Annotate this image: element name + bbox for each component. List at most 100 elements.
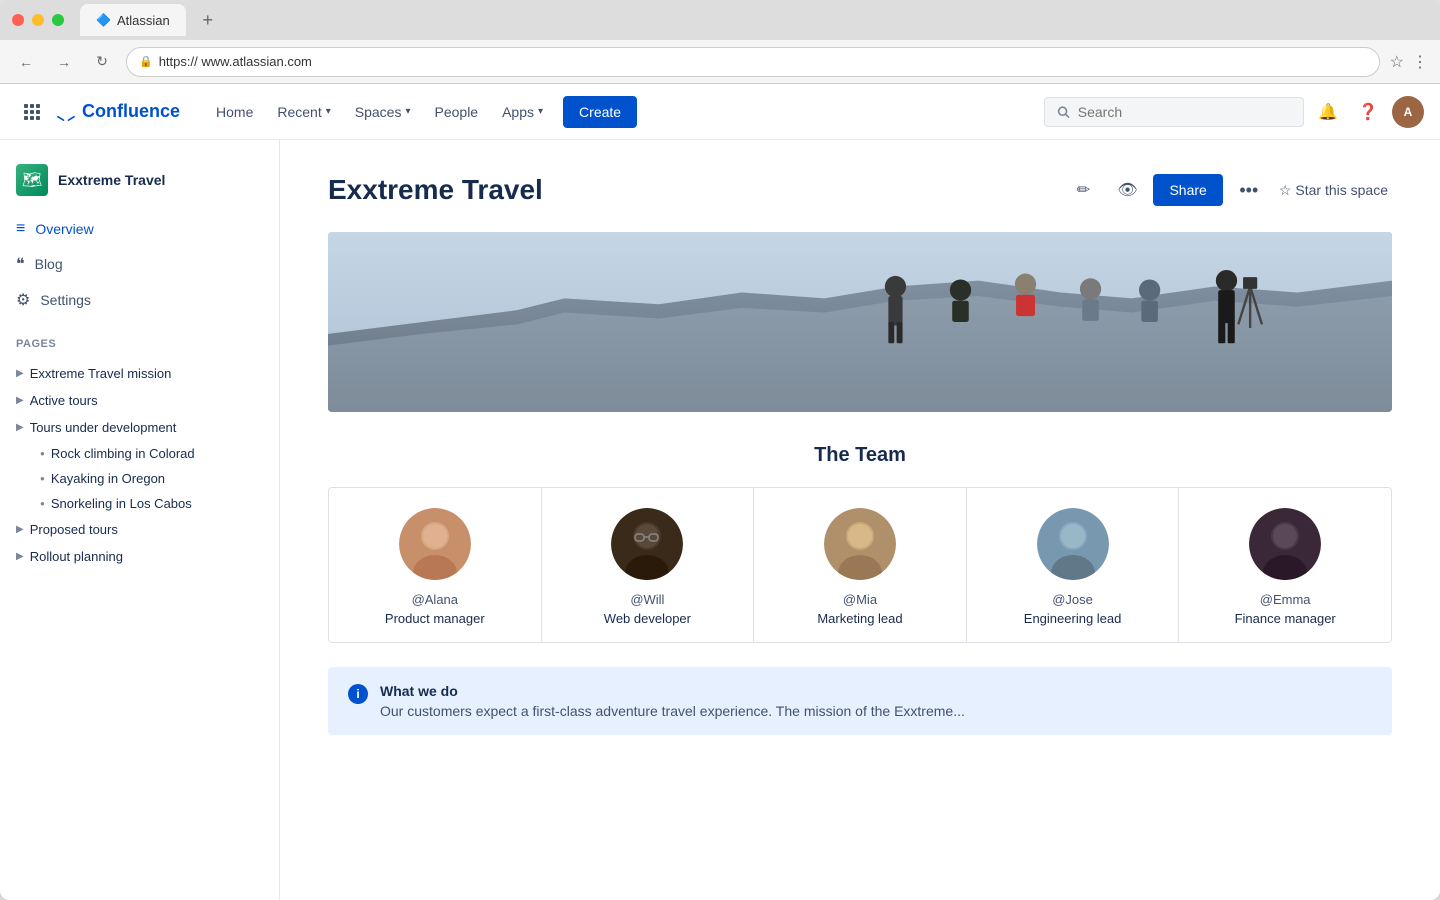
minimize-button[interactable]	[32, 14, 44, 26]
create-button[interactable]: Create	[563, 96, 637, 128]
close-button[interactable]	[12, 14, 24, 26]
sidebar-item-blog[interactable]: ❝ Blog	[0, 246, 279, 282]
page-label: Exxtreme Travel mission	[30, 366, 172, 381]
preview-button[interactable]: 👁	[1109, 172, 1145, 208]
overview-icon: ≡	[16, 220, 25, 238]
search-input[interactable]	[1078, 104, 1291, 120]
address-bar-row: ← → ↻ 🔒 https:// www.atlassian.com ☆ ⋮	[0, 40, 1440, 84]
pages-label: PAGES	[16, 338, 56, 350]
address-input[interactable]: 🔒 https:// www.atlassian.com	[126, 47, 1380, 77]
lock-icon: 🔒	[139, 55, 153, 68]
edit-button[interactable]: ✏	[1065, 172, 1101, 208]
share-button[interactable]: Share	[1153, 174, 1222, 206]
info-content: What we do Our customers expect a first-…	[380, 683, 965, 719]
team-grid: @Alana Product manager	[328, 487, 1392, 643]
forward-icon: →	[57, 54, 71, 70]
bookmark-icon[interactable]: ☆	[1390, 52, 1404, 72]
more-icon: •••	[1239, 180, 1258, 201]
team-member-will[interactable]: @Will Web developer	[542, 488, 755, 642]
browser-tab[interactable]: 🔷 Atlassian	[80, 4, 186, 36]
chevron-right-icon: ▶	[16, 422, 24, 433]
team-member-alana[interactable]: @Alana Product manager	[329, 488, 542, 642]
page-sub-item-snorkel[interactable]: ● Snorkeling in Los Cabos	[0, 491, 279, 516]
member-handle: @Will	[630, 592, 664, 607]
menu-icon[interactable]: ⋮	[1412, 52, 1428, 72]
member-avatar-emma	[1249, 508, 1321, 580]
star-space-button[interactable]: ☆ Star this space	[1275, 182, 1392, 199]
tab-title: Atlassian	[117, 13, 170, 28]
member-avatar-jose	[1037, 508, 1109, 580]
page-header: Exxtreme Travel ✏ 👁 Share •••	[328, 172, 1392, 208]
chevron-down-icon: ▾	[538, 106, 543, 117]
more-button[interactable]: •••	[1231, 172, 1267, 208]
hero-image	[328, 232, 1392, 412]
info-box: i What we do Our customers expect a firs…	[328, 667, 1392, 735]
page-tree-item-proposed[interactable]: ▶ Proposed tours	[0, 516, 279, 543]
chevron-right-icon: ▶	[16, 395, 24, 406]
nav-people[interactable]: People	[423, 84, 491, 140]
info-icon: i	[348, 684, 368, 704]
nav-links: Home Recent ▾ Spaces ▾ People Apps ▾ Cre…	[204, 84, 1044, 140]
confluence-logo[interactable]: Confluence	[56, 101, 180, 122]
page-label: Rock climbing in Colorad	[51, 446, 195, 461]
space-name: Exxtreme Travel	[58, 172, 165, 188]
app-content: Confluence Home Recent ▾ Spaces ▾ People	[0, 84, 1440, 900]
nav-recent[interactable]: Recent ▾	[265, 84, 342, 140]
member-handle: @Alana	[412, 592, 458, 607]
blog-icon: ❝	[16, 254, 25, 274]
maximize-button[interactable]	[52, 14, 64, 26]
page-tree-item-tours-dev[interactable]: ▶ Tours under development	[0, 414, 279, 441]
member-role: Product manager	[385, 611, 485, 626]
user-avatar[interactable]: A	[1392, 96, 1424, 128]
member-avatar-mia	[824, 508, 896, 580]
page-actions: ✏ 👁 Share ••• ☆ Star this space	[1065, 172, 1392, 208]
nav-apps[interactable]: Apps ▾	[490, 84, 555, 140]
main-layout: 🗺 Exxtreme Travel ≡ Overview ❝ Blog ⚙ Se…	[0, 140, 1440, 900]
reload-button[interactable]: ↻	[88, 48, 116, 76]
team-member-emma[interactable]: @Emma Finance manager	[1179, 488, 1391, 642]
team-section-title: The Team	[328, 444, 1392, 467]
bullet-icon: ●	[40, 474, 45, 483]
confluence-logo-text: Confluence	[82, 101, 180, 122]
back-button[interactable]: ←	[12, 48, 40, 76]
forward-button[interactable]: →	[50, 48, 78, 76]
help-button[interactable]: ❓	[1352, 96, 1384, 128]
member-role: Finance manager	[1235, 611, 1336, 626]
member-role: Marketing lead	[817, 611, 902, 626]
info-text: Our customers expect a first-class adven…	[380, 703, 965, 719]
team-member-mia[interactable]: @Mia Marketing lead	[754, 488, 967, 642]
pages-section-header: PAGES	[0, 318, 279, 360]
page-tree-item-active-tours[interactable]: ▶ Active tours	[0, 387, 279, 414]
search-icon	[1057, 105, 1070, 119]
chevron-down-icon: ▾	[326, 106, 331, 117]
page-label: Tours under development	[30, 420, 177, 435]
member-handle: @Jose	[1052, 592, 1093, 607]
grid-icon[interactable]	[16, 96, 48, 128]
new-tab-button[interactable]: +	[194, 6, 222, 34]
nav-right-actions: 🔔 ❓ A	[1044, 96, 1424, 128]
page-tree-item-mission[interactable]: ▶ Exxtreme Travel mission	[0, 360, 279, 387]
notifications-button[interactable]: 🔔	[1312, 96, 1344, 128]
tab-favicon: 🔷	[96, 13, 111, 27]
team-member-jose[interactable]: @Jose Engineering lead	[967, 488, 1180, 642]
member-avatar-will	[611, 508, 683, 580]
search-box[interactable]	[1044, 97, 1304, 127]
page-label: Snorkeling in Los Cabos	[51, 496, 192, 511]
space-header: 🗺 Exxtreme Travel	[0, 156, 279, 212]
member-handle: @Emma	[1260, 592, 1311, 607]
page-sub-item-rock[interactable]: ● Rock climbing in Colorad	[0, 441, 279, 466]
star-label: Star this space	[1295, 182, 1388, 198]
page-title: Exxtreme Travel	[328, 174, 543, 206]
browser-action-buttons: ☆ ⋮	[1390, 52, 1428, 72]
page-sub-item-kayak[interactable]: ● Kayaking in Oregon	[0, 466, 279, 491]
sidebar-item-overview[interactable]: ≡ Overview	[0, 212, 279, 246]
nav-home[interactable]: Home	[204, 84, 265, 140]
settings-icon: ⚙	[16, 290, 30, 310]
member-role: Engineering lead	[1024, 611, 1122, 626]
page-tree-item-rollout[interactable]: ▶ Rollout planning	[0, 543, 279, 570]
chevron-right-icon: ▶	[16, 368, 24, 379]
help-icon: ❓	[1358, 102, 1378, 122]
sidebar-item-settings[interactable]: ⚙ Settings	[0, 282, 279, 318]
url-text: https:// www.atlassian.com	[159, 54, 312, 69]
nav-spaces[interactable]: Spaces ▾	[343, 84, 423, 140]
